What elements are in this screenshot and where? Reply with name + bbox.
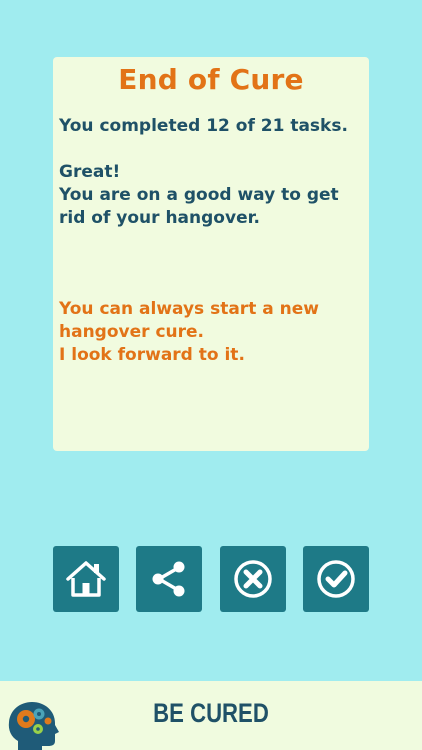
home-button[interactable] [53,546,119,612]
result-card: End of Cure You completed 12 of 21 tasks… [53,57,369,451]
share-icon [152,561,185,597]
check-circle-icon [317,560,355,598]
tasks-summary: You completed 12 of 21 tasks. [59,116,348,136]
brand-name: BE CURED [153,698,269,728]
farewell-line: I look forward to it. [59,345,245,365]
cancel-button[interactable] [220,546,286,612]
praise-line: Great! [59,162,121,182]
praise-message: Great! You are on a good way to get rid … [59,161,363,230]
home-icon [66,561,106,597]
restart-hint: You can always start a new hangover cure… [59,299,319,342]
action-toolbar [53,546,369,612]
close-circle-icon [234,560,272,598]
footer-bar: BE CURED [0,681,422,750]
share-button[interactable] [136,546,202,612]
dialog-title: End of Cure [118,63,304,96]
confirm-button[interactable] [303,546,369,612]
info-message: You can always start a new hangover cure… [59,298,363,367]
praise-detail: You are on a good way to get rid of your… [59,185,339,228]
